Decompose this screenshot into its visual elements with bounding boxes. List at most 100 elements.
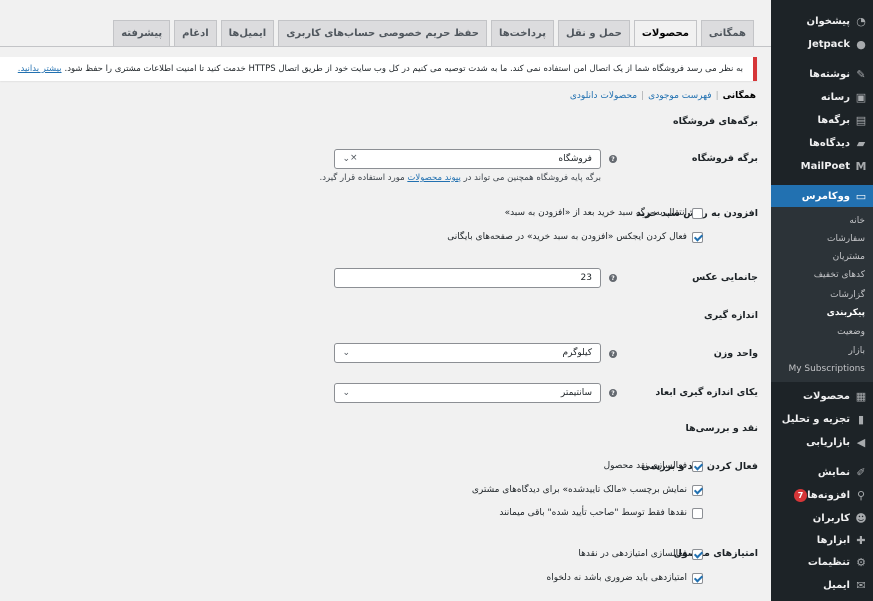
menu-posts[interactable]: ✎ نوشته‌ها xyxy=(771,63,873,85)
subnav-downloadable[interactable]: محصولات دانلودی xyxy=(570,91,637,101)
tab-emails[interactable]: ایمیل‌ها xyxy=(220,20,275,46)
ajax-add-to-cart-checkbox[interactable] xyxy=(692,231,703,243)
https-warning-notice: به نظر می رسد فروشگاه شما از یک اتصال ام… xyxy=(0,57,757,81)
marketing-icon: ◀ xyxy=(856,435,866,449)
users-icon: ☻ xyxy=(855,511,867,525)
products-subnav: همگانی | فهرست موجودی | محصولات دانلودی xyxy=(570,91,756,101)
settings-icon: ⚙ xyxy=(856,555,866,569)
ratings-required-checkbox[interactable] xyxy=(692,572,703,584)
menu-jetpack[interactable]: ● Jetpack xyxy=(771,33,873,55)
menu-email[interactable]: ✉ ایمیل xyxy=(771,574,873,596)
chevron-down-icon: ⌄ xyxy=(342,388,350,398)
submenu-status[interactable]: وضعیت xyxy=(771,323,873,341)
menu-mailpoet[interactable]: M MailPoet xyxy=(771,155,873,177)
verified-only-option[interactable]: نقدها فقط توسط "صاحب تأیید شده" باقی میم… xyxy=(499,506,703,520)
tab-payments[interactable]: پرداخت‌ها xyxy=(490,20,554,46)
clear-icon[interactable]: × xyxy=(350,153,358,163)
subnav-separator: | xyxy=(641,91,645,101)
section-measurements: اندازه گیری xyxy=(704,310,758,321)
chevron-down-icon: ⌄ xyxy=(342,154,350,164)
ajax-add-to-cart-option[interactable]: فعال کردن ایجکس «افزودن به سبد خرید» در … xyxy=(447,230,703,244)
tab-general[interactable]: همگانی xyxy=(700,20,754,46)
shop-page-value: فروشگاه xyxy=(558,154,592,164)
page-icon: ▤ xyxy=(855,113,867,127)
subnav-inventory[interactable]: فهرست موجودی xyxy=(648,91,711,101)
menu-marketing[interactable]: ◀ بازاریابی xyxy=(771,431,873,453)
menu-pages[interactable]: ▤ برگه‌ها xyxy=(771,109,873,131)
shop-page-description: برگه پایه فروشگاه همچنین می تواند در پیو… xyxy=(319,173,601,183)
help-icon[interactable]: ? xyxy=(609,350,617,358)
menu-woocommerce[interactable]: ▭ ووکامرس xyxy=(765,185,873,207)
mailpoet-icon: M xyxy=(855,159,867,173)
products-icon: ▦ xyxy=(855,389,867,403)
ratings-required-option[interactable]: امتیازدهی باید ضروری باشد نه دلخواه xyxy=(547,571,703,585)
section-reviews: نقد و بررسی‌ها xyxy=(685,423,758,434)
media-icon: ▣ xyxy=(855,90,867,104)
menu-products[interactable]: ▦ محصولات xyxy=(771,385,873,407)
verified-owner-label-option[interactable]: نمایش برچسب «مالک تاییدشده» برای دیدگاه‌… xyxy=(472,483,703,497)
submenu-customers[interactable]: مشتریان xyxy=(771,248,873,266)
tab-advanced[interactable]: پیشرفته xyxy=(113,20,171,46)
help-icon[interactable]: ? xyxy=(609,155,617,163)
submenu-my-subscriptions[interactable]: My Subscriptions xyxy=(771,360,873,378)
menu-appearance[interactable]: ✐ نمایش xyxy=(771,461,873,483)
submenu-settings[interactable]: پیکربندی xyxy=(771,304,873,322)
comment-icon: ▰ xyxy=(856,136,866,150)
pin-icon: ✎ xyxy=(856,67,866,81)
email-icon: ✉ xyxy=(856,578,866,592)
help-icon[interactable]: ? xyxy=(609,389,617,397)
menu-comments[interactable]: ▰ دیدگاه‌ها xyxy=(771,132,873,154)
menu-settings[interactable]: ⚙ تنظیمات xyxy=(771,551,873,573)
submenu-orders[interactable]: سفارشات xyxy=(771,230,873,248)
help-icon[interactable]: ? xyxy=(609,274,617,282)
tabs-divider xyxy=(0,46,771,47)
submenu-marketplace[interactable]: بازار xyxy=(771,342,873,360)
tools-icon: ✚ xyxy=(856,533,866,547)
weight-unit-value: کیلوگرم xyxy=(562,348,592,358)
dimension-unit-value: سانتیمتر xyxy=(560,388,592,398)
dashboard-icon: ◔ xyxy=(856,14,866,28)
weight-unit-label: واحد وزن xyxy=(713,348,758,359)
placeholder-image-label: جانمایی عکس xyxy=(692,272,758,283)
redirect-to-cart-option[interactable]: انتقال به برگه سبد خرید بعد از «افزودن ب… xyxy=(505,206,703,220)
tab-accounts-privacy[interactable]: حفظ حریم خصوصی حساب‌های کاربری xyxy=(278,20,487,46)
submenu-home[interactable]: خانه xyxy=(771,212,873,230)
shop-page-select[interactable]: فروشگاه × ⌄ xyxy=(334,149,601,169)
subnav-separator: | xyxy=(715,91,719,101)
shop-page-label: برگه فروشگاه xyxy=(691,153,758,164)
enable-ratings-option[interactable]: فعالسازی امتیازدهی در نقدها xyxy=(578,547,703,561)
tab-integration[interactable]: ادغام xyxy=(174,20,217,46)
notice-text: به نظر می رسد فروشگاه شما از یک اتصال ام… xyxy=(64,64,743,74)
learn-more-link[interactable]: بیشتر بدانید. xyxy=(18,64,62,74)
product-permalink-link[interactable]: پیوند محصولات xyxy=(407,173,461,183)
submenu-reports[interactable]: گزارشات xyxy=(771,286,873,304)
tab-products[interactable]: محصولات xyxy=(633,20,697,46)
enable-ratings-checkbox[interactable] xyxy=(692,548,703,560)
verified-only-checkbox[interactable] xyxy=(692,507,703,519)
enable-reviews-checkbox[interactable] xyxy=(692,460,703,472)
dimension-unit-select[interactable]: سانتیمتر ⌄ xyxy=(334,383,601,403)
dimension-unit-label: یکای اندازه گیری ابعاد xyxy=(655,387,758,398)
plugins-icon: ⚲ xyxy=(856,488,866,502)
settings-tabs: همگانی محصولات حمل و نقل پرداخت‌ها حفظ ح… xyxy=(113,20,754,46)
menu-dashboard[interactable]: ◔ پیشخوان xyxy=(771,10,873,32)
menu-plugins[interactable]: ⚲ افزونه‌ها 7 xyxy=(771,484,873,506)
verified-owner-label-checkbox[interactable] xyxy=(692,484,703,496)
menu-analytics[interactable]: ▮ تجزیه و تحلیل xyxy=(771,408,873,430)
subnav-general[interactable]: همگانی xyxy=(723,91,756,101)
menu-media[interactable]: ▣ رسانه xyxy=(771,86,873,108)
section-shop-pages: برگه‌های فروشگاه xyxy=(672,116,758,127)
weight-unit-select[interactable]: کیلوگرم ⌄ xyxy=(334,343,601,363)
enable-reviews-option[interactable]: فعالسازی نقد محصول xyxy=(604,459,703,473)
chevron-down-icon: ⌄ xyxy=(342,348,350,358)
plugins-update-badge: 7 xyxy=(794,488,808,502)
woo-icon: ▭ xyxy=(855,189,867,203)
jetpack-icon: ● xyxy=(856,37,866,51)
tab-shipping[interactable]: حمل و نقل xyxy=(557,20,630,46)
submenu-coupons[interactable]: کدهای تخفیف xyxy=(771,266,873,284)
menu-tools[interactable]: ✚ ابزارها xyxy=(771,529,873,551)
redirect-to-cart-checkbox[interactable] xyxy=(692,207,703,219)
admin-sidebar: ◔ پیشخوان ● Jetpack ✎ نوشته‌ها ▣ رسانه ▤ برگه… xyxy=(765,0,873,601)
menu-users[interactable]: ☻ کاربران xyxy=(771,507,873,529)
placeholder-image-input[interactable]: 23 xyxy=(334,268,601,288)
